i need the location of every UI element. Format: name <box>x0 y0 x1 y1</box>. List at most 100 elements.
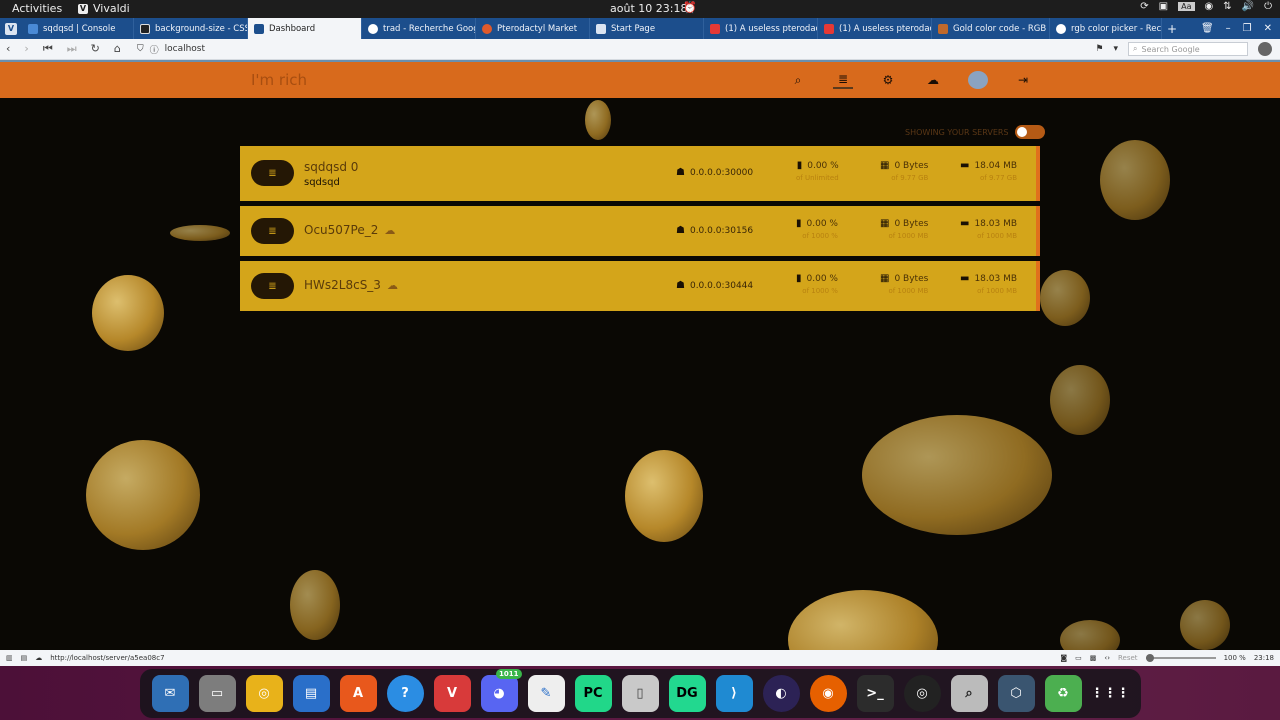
profile-avatar[interactable] <box>1258 42 1272 56</box>
code-icon[interactable]: ‹› <box>1104 654 1110 662</box>
tile-icon[interactable]: ▤ <box>21 654 28 662</box>
url-field[interactable]: ⛉ ⓘ localhost <box>137 43 205 56</box>
back-icon[interactable]: ‹ <box>6 42 10 56</box>
tab-gold-color[interactable]: Gold color code - RGB go <box>932 18 1050 39</box>
vivaldi-icon: V <box>78 3 88 14</box>
magnifier-icon[interactable]: ⌕ <box>950 674 988 712</box>
show-servers-toggle[interactable]: Showing your servers <box>905 125 1045 139</box>
app-menu[interactable]: V Vivaldi <box>78 2 130 15</box>
bookmark-icon[interactable]: ⚑ <box>1095 44 1103 54</box>
writer-icon[interactable]: ▤ <box>292 674 330 712</box>
chevron-down-icon[interactable]: ▾ <box>1113 44 1118 54</box>
home-icon[interactable]: ⌂ <box>114 42 121 56</box>
app-grid-icon[interactable]: ⋮⋮⋮ <box>1091 675 1130 712</box>
server-card[interactable]: ≣ HWs2L8cS_3 ☁ ☗ 0.0.0.0:30444 ▮ 0.00 % of 1… <box>240 261 1040 311</box>
user-avatar-icon[interactable] <box>968 71 988 89</box>
toggle-switch[interactable] <box>1014 125 1045 139</box>
zoom-slider[interactable] <box>1145 654 1216 662</box>
minimize-icon[interactable]: – <box>1226 23 1231 34</box>
eclipse-icon[interactable]: ◐ <box>762 674 800 712</box>
trash-icon[interactable]: 🗑 <box>1201 23 1214 34</box>
rewind-icon[interactable]: ⏮ <box>43 42 53 56</box>
help-icon[interactable]: ? <box>386 674 424 712</box>
server-name-row: Ocu507Pe_2 ☁ <box>304 223 395 237</box>
thunderbird-icon[interactable]: ✉ <box>151 674 189 712</box>
search-field[interactable]: ⌕ Search Google <box>1128 42 1248 56</box>
datagrip-icon[interactable]: DG <box>668 674 706 712</box>
address-bar: ‹ › ⏮ ⏭ ↻ ⌂ ⛉ ⓘ localhost ⚑ ▾ ⌕ Search Go… <box>0 39 1280 60</box>
cloud-sync-icon[interactable]: ☁ <box>35 654 42 662</box>
clock[interactable]: août 10 23:18 <box>610 2 687 15</box>
update-icon[interactable]: ⟳ <box>1140 1 1148 12</box>
camera-icon[interactable]: ◙ <box>1060 654 1067 662</box>
admin-cogs-icon[interactable]: ⚙ <box>878 71 898 89</box>
screenshot-icon[interactable]: ⬡ <box>997 674 1035 712</box>
software-icon[interactable]: A <box>339 674 377 712</box>
tab-pterodactyl-market[interactable]: Pterodactyl Market <box>476 18 590 39</box>
files-icon[interactable]: ▭ <box>198 674 236 712</box>
shield-icon[interactable]: ⛉ <box>137 44 144 54</box>
maximize-icon[interactable]: ❐ <box>1243 23 1252 34</box>
server-card[interactable]: ≣ sqdqsd 0 sqdsqd ☗ 0.0.0.0:30000 ▮ 0.00 %… <box>240 146 1040 201</box>
server-card[interactable]: ≣ Ocu507Pe_2 ☁ ☗ 0.0.0.0:30156 ▮ 0.00 % of 1… <box>240 206 1040 256</box>
trash-dock-icon[interactable]: ♻ <box>1044 674 1082 712</box>
discord-icon[interactable]: ◕ 1011 <box>480 668 522 712</box>
window-icon[interactable]: ▭ <box>1075 654 1082 662</box>
vivaldi-menu-button[interactable]: V <box>0 18 22 39</box>
tab-trad[interactable]: trad - Recherche Google <box>362 18 476 39</box>
tab-start-page[interactable]: Start Page <box>590 18 704 39</box>
youtube-icon <box>710 23 720 34</box>
tab-console[interactable]: sqdqsd | Console <box>22 18 134 39</box>
archive-icon[interactable]: ▯ <box>621 674 659 712</box>
server-address-text: 0.0.0.0:30156 <box>689 225 754 236</box>
tab-css[interactable]: background-size - CSS : F <box>134 18 248 39</box>
brand-title[interactable]: I'm rich <box>251 71 307 89</box>
record-icon[interactable]: ▣ <box>1159 1 1168 12</box>
cloud-icon[interactable]: ☁ <box>923 71 943 89</box>
coin-decoration <box>1100 140 1170 220</box>
panel-toggle-icon[interactable]: ▥ <box>6 654 13 662</box>
rhythmbox-icon[interactable]: ◎ <box>245 674 283 712</box>
disk-icon: ▬ <box>960 218 970 229</box>
memory-value: 0 Bytes <box>894 160 929 171</box>
tab-label: sqdqsd | Console <box>43 23 116 34</box>
text-editor-icon[interactable]: ✎ <box>527 674 565 712</box>
vivaldi-dock-icon[interactable]: V <box>433 674 471 712</box>
volume-icon[interactable]: 🔊 <box>1242 1 1254 12</box>
status-clock: 23:18 <box>1253 654 1274 662</box>
youtube-icon <box>824 23 834 34</box>
vscode-icon[interactable]: ⟩ <box>715 674 753 712</box>
new-tab-button[interactable]: + <box>1162 18 1182 39</box>
keyboard-icon[interactable]: Aa <box>1178 2 1195 11</box>
logout-icon[interactable]: ⇥ <box>1013 71 1033 89</box>
search-icon[interactable]: ⌕ <box>788 71 808 89</box>
system-tray[interactable]: ⟳ ▣ Aa ◉ ⇅ 🔊 ⏻ <box>1140 1 1272 12</box>
cpu-icon: ▮ <box>796 218 802 229</box>
close-icon[interactable]: ✕ <box>1264 23 1272 34</box>
network-icon[interactable]: ⇅ <box>1223 1 1231 12</box>
gamepad-icon[interactable]: ◉ <box>1205 1 1214 12</box>
fast-forward-icon[interactable]: ⏭ <box>67 42 77 56</box>
tab-dashboard[interactable]: Dashboard <box>248 18 362 39</box>
tab-rgb-picker[interactable]: rgb color picker - Recher <box>1050 18 1162 39</box>
server-name: HWs2L8cS_3 <box>304 278 381 292</box>
tab-youtube-2[interactable]: (1) A useless pterodactyl <box>818 18 932 39</box>
coin-decoration <box>1040 270 1090 326</box>
reload-icon[interactable]: ↻ <box>91 42 100 56</box>
zoom-reset[interactable]: Reset <box>1118 654 1138 662</box>
image-icon[interactable]: ▩ <box>1090 654 1097 662</box>
info-icon[interactable]: ⓘ <box>150 43 159 56</box>
terminal-icon[interactable]: >_ <box>856 674 894 712</box>
toggle-label: Showing your servers <box>905 127 1009 137</box>
forward-icon[interactable]: › <box>24 42 28 56</box>
tab-label: Start Page <box>611 23 656 34</box>
servers-icon[interactable]: ≣ <box>833 71 853 89</box>
nav-buttons: ‹ › ⏮ ⏭ ↻ ⌂ <box>0 42 127 56</box>
status-right: ◙ ▭ ▩ ‹› Reset 100 % 23:18 <box>1060 654 1274 662</box>
firefox-icon[interactable]: ◉ <box>809 674 847 712</box>
activities-button[interactable]: Activities <box>12 2 62 15</box>
pycharm-icon[interactable]: PC <box>574 674 612 712</box>
power-icon[interactable]: ⏻ <box>1264 1 1272 12</box>
obs-icon[interactable]: ◎ <box>903 674 941 712</box>
tab-youtube-1[interactable]: (1) A useless pterodactyl <box>704 18 818 39</box>
